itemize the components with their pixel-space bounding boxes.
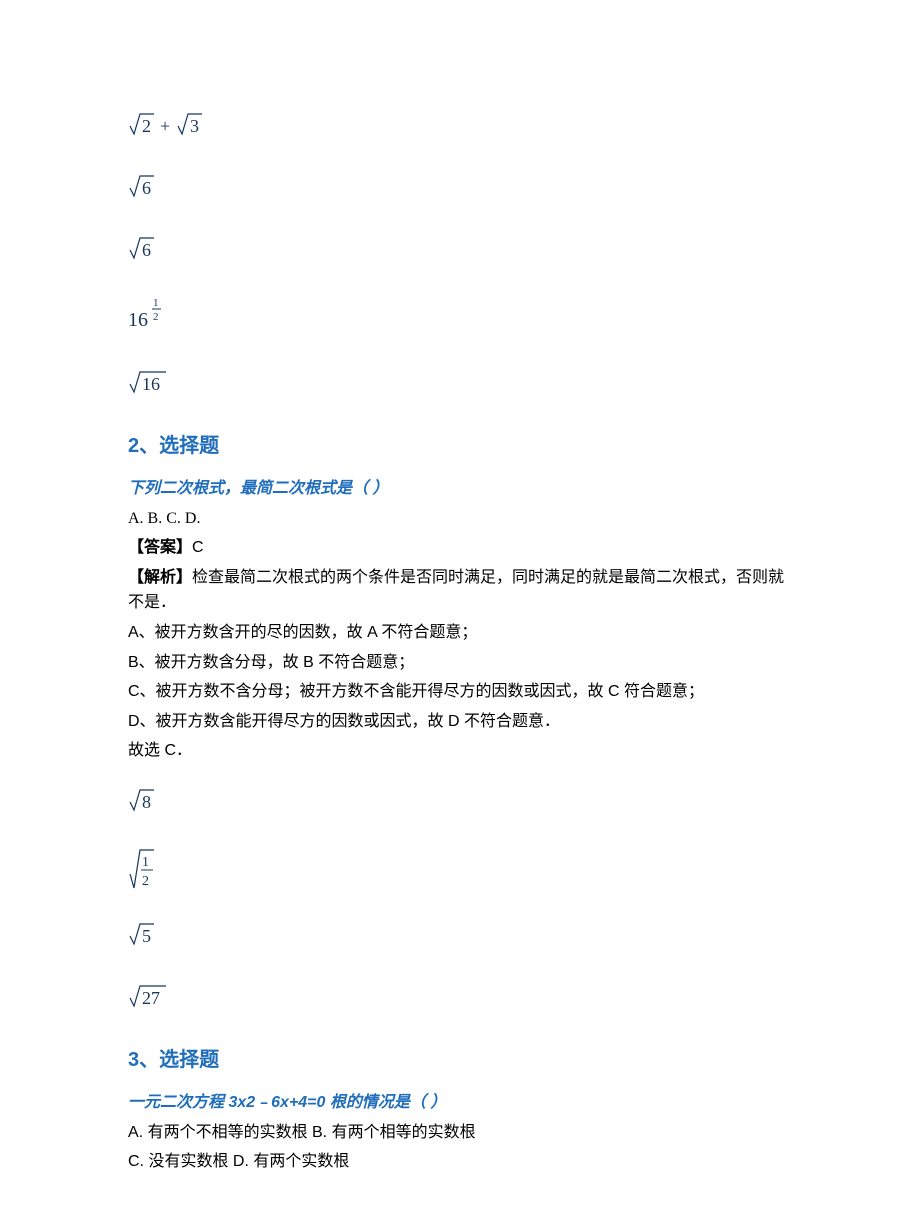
svg-text:27: 27: [142, 988, 160, 1008]
svg-text:6: 6: [142, 240, 151, 260]
q2-line-c: C、被开方数不含分母；被开方数不含能开得尽方的因数或因式，故 C 符合题意；: [128, 679, 800, 705]
q2-options: A. B. C. D.: [128, 506, 800, 532]
math-expression-sqrt16: 16: [128, 368, 800, 398]
svg-text:1: 1: [153, 297, 159, 309]
q3-options-line2: C. 没有实数根 D. 有两个实数根: [128, 1149, 800, 1175]
math-expression-sqrt-half: 1 2: [128, 848, 800, 888]
q2-line-b: B、被开方数含分母，故 B 不符合题意；: [128, 650, 800, 676]
svg-text:5: 5: [142, 926, 151, 946]
q3-heading: 3、选择题: [128, 1044, 800, 1076]
q2-answer-value: C: [192, 539, 204, 556]
svg-text:3: 3: [190, 116, 199, 136]
math-expression-sqrt6-a: 6: [128, 172, 800, 202]
q2-stem: 下列二次根式，最简二次根式是（ ）: [128, 476, 800, 502]
q3-stem: 一元二次方程 3x2﹣6x+4=0 根的情况是（ ）: [128, 1090, 800, 1116]
q3-options-line1: A. 有两个不相等的实数根 B. 有两个相等的实数根: [128, 1120, 800, 1146]
q2-analysis: 【解析】检查最简二次根式的两个条件是否同时满足，同时满足的就是最简二次根式，否则…: [128, 565, 800, 616]
math-expression-sqrt5: 5: [128, 920, 800, 950]
svg-text:1: 1: [142, 855, 149, 870]
math-expression-sqrt2-plus-sqrt3: 2 + 3: [128, 110, 800, 140]
q2-line-d: D、被开方数含能开得尽方的因数或因式，故 D 不符合题意．: [128, 709, 800, 735]
svg-text:16: 16: [142, 374, 160, 394]
q2-line-a: A、被开方数含开的尽的因数，故 A 不符合题意；: [128, 620, 800, 646]
math-expression-16-half: 16 1 2: [128, 296, 800, 336]
q2-conclusion: 故选 C．: [128, 738, 800, 764]
svg-text:6: 6: [142, 178, 151, 198]
svg-text:+: +: [160, 116, 170, 136]
math-expression-sqrt8: 8: [128, 786, 800, 816]
q2-answer: 【答案】C: [128, 535, 800, 561]
svg-text:8: 8: [142, 792, 151, 812]
math-expression-sqrt6-b: 6: [128, 234, 800, 264]
q2-analysis-label: 【解析】: [128, 569, 192, 586]
q2-answer-label: 【答案】: [128, 539, 192, 556]
q2-analysis-text: 检查最简二次根式的两个条件是否同时满足，同时满足的就是最简二次根式，否则就不是．: [128, 569, 784, 612]
svg-text:2: 2: [153, 311, 159, 323]
svg-text:2: 2: [142, 116, 151, 136]
q2-heading: 2、选择题: [128, 430, 800, 462]
svg-text:16: 16: [128, 309, 148, 331]
svg-text:2: 2: [142, 874, 149, 889]
math-expression-sqrt27: 27: [128, 982, 800, 1012]
